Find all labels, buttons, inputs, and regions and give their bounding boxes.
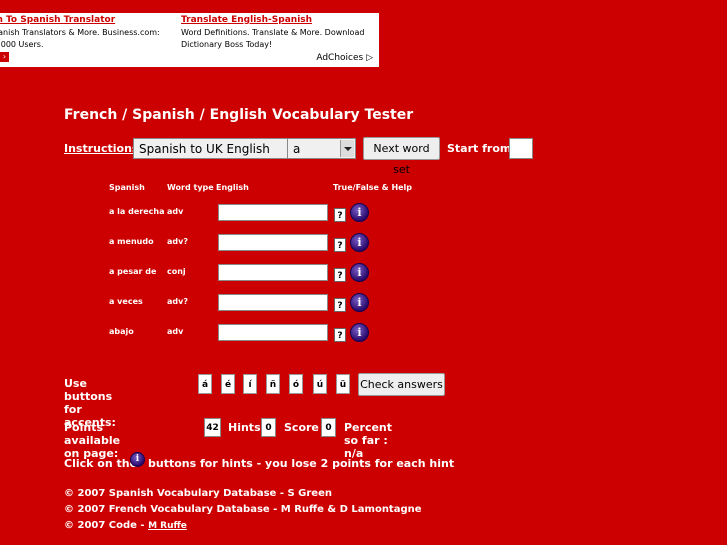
footer-line-1: © 2007 Spanish Vocabulary Database - S G… xyxy=(64,488,332,499)
ad-2-line-1: Word Definitions. Translate & More. Down… xyxy=(181,28,365,37)
chevron-down-icon xyxy=(340,140,354,157)
header-help: True/False & Help xyxy=(333,183,413,192)
word-row: a la derecha adv ? i xyxy=(0,203,727,223)
true-false-indicator: ? xyxy=(334,208,346,222)
ad-2-line-2: Dictionary Boss Today! xyxy=(181,40,273,49)
letter-select[interactable]: a xyxy=(287,138,356,159)
toolbar: Instructions Spanish to UK English a Nex… xyxy=(64,137,544,176)
english-answer-input[interactable] xyxy=(218,324,328,341)
english-answer-input[interactable] xyxy=(218,234,328,251)
start-from-input[interactable] xyxy=(509,138,533,159)
accent-button-o[interactable]: ó xyxy=(289,374,303,394)
header-word-type: Word type xyxy=(167,183,214,192)
true-false-indicator: ? xyxy=(334,298,346,312)
true-false-indicator: ? xyxy=(334,268,346,282)
word-type: conj xyxy=(167,267,186,276)
check-answers-button[interactable]: Check answers xyxy=(358,373,445,396)
english-answer-input[interactable] xyxy=(218,204,328,221)
spanish-word: a pesar de xyxy=(109,267,157,276)
info-icon[interactable]: i xyxy=(350,203,369,222)
spanish-word: abajo xyxy=(109,327,134,336)
info-icon[interactable]: i xyxy=(350,263,369,282)
info-icon[interactable]: i xyxy=(350,233,369,252)
score-label: Score xyxy=(284,421,319,434)
word-type: adv? xyxy=(167,237,188,246)
ad-1-line-1: Spanish Translators & More. Business.com… xyxy=(0,28,160,37)
accent-button-e[interactable]: é xyxy=(221,374,235,394)
spanish-word: a menudo xyxy=(109,237,154,246)
accent-button-n[interactable]: ñ xyxy=(266,374,280,394)
ad-1-title[interactable]: ish To Spanish Translator xyxy=(0,15,178,25)
accent-button-a[interactable]: á xyxy=(198,374,212,394)
word-row: a menudo adv? ? i xyxy=(0,233,727,253)
start-from-label: Start from: xyxy=(447,142,516,155)
accent-button-u[interactable]: ú xyxy=(313,374,327,394)
header-english: English xyxy=(216,183,249,192)
instructions-link[interactable]: Instructions xyxy=(64,137,138,160)
word-row: abajo adv ? i xyxy=(0,323,727,343)
mode-select-value: Spanish to UK English xyxy=(139,142,270,156)
accent-button-i[interactable]: í xyxy=(243,374,257,394)
letter-select-value: a xyxy=(293,142,301,156)
hints-value: 0 xyxy=(261,418,276,437)
word-type: adv? xyxy=(167,297,188,306)
header-spanish: Spanish xyxy=(109,183,145,192)
ad-1-line-2: 00.000 Users. xyxy=(0,40,44,49)
ad-item-1[interactable]: ish To Spanish Translator Spanish Transl… xyxy=(0,15,178,51)
english-answer-input[interactable] xyxy=(218,264,328,281)
true-false-indicator: ? xyxy=(334,238,346,252)
english-answer-input[interactable] xyxy=(218,294,328,311)
footer-line-2: © 2007 French Vocabulary Database - M Ru… xyxy=(64,504,422,515)
accent-button-u-umlaut[interactable]: ü xyxy=(336,374,350,394)
hint-note-after: buttons for hints - you lose 2 points fo… xyxy=(148,457,455,470)
score-value: 0 xyxy=(321,418,336,437)
page-title: French / Spanish / English Vocabulary Te… xyxy=(64,107,414,123)
spanish-word: a la derecha xyxy=(109,207,165,216)
word-row: a pesar de conj ? i xyxy=(0,263,727,283)
true-false-indicator: ? xyxy=(334,328,346,342)
footer-line-3: © 2007 Code - M Ruffe xyxy=(64,520,187,531)
next-word-set-button[interactable]: Next word set xyxy=(363,137,440,176)
word-row: a veces adv? ? i xyxy=(0,293,727,313)
ad-arrow-icon[interactable]: › xyxy=(0,52,9,62)
word-type: adv xyxy=(167,207,184,216)
points-available-value: 42 xyxy=(204,418,221,437)
word-type: adv xyxy=(167,327,184,336)
author-link[interactable]: M Ruffe xyxy=(148,521,187,531)
ad-item-2[interactable]: Translate English-Spanish Word Definitio… xyxy=(181,15,377,51)
adchoices-link[interactable]: AdChoices ▷ xyxy=(316,53,373,63)
ad-2-title[interactable]: Translate English-Spanish xyxy=(181,15,377,25)
info-icon: i xyxy=(130,452,145,467)
hints-label: Hints xyxy=(228,421,261,434)
footer-line-3-text: © 2007 Code - xyxy=(64,520,149,531)
spanish-word: a veces xyxy=(109,297,143,306)
ad-banner[interactable]: ish To Spanish Translator Spanish Transl… xyxy=(0,13,379,67)
info-icon[interactable]: i xyxy=(350,323,369,342)
hint-note: Click on the i buttons for hints - you l… xyxy=(64,452,464,471)
info-icon[interactable]: i xyxy=(350,293,369,312)
hint-note-before: Click on the xyxy=(64,457,138,470)
